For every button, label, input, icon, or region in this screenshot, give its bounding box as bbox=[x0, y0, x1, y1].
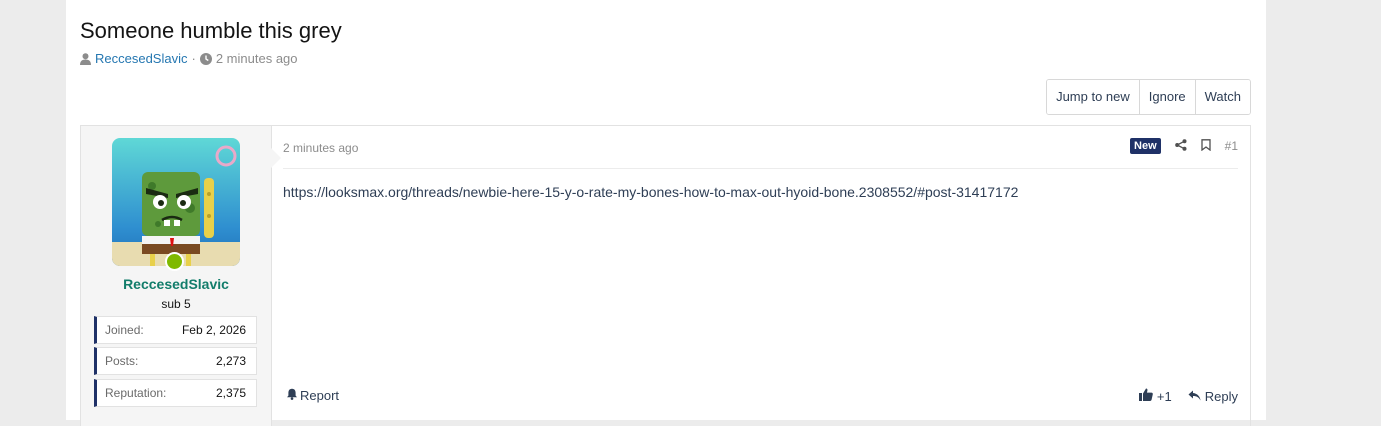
post-message-cell: 2 minutes ago New #1 https://looksmax.or… bbox=[272, 126, 1250, 426]
post-number[interactable]: #1 bbox=[1225, 139, 1238, 153]
stat-joined: Joined: Feb 2, 2026 bbox=[94, 316, 257, 344]
stat-label: Reputation: bbox=[105, 386, 167, 400]
thread-title: Someone humble this grey bbox=[80, 18, 342, 43]
stat-label: Posts: bbox=[105, 354, 139, 368]
post-username[interactable]: ReccesedSlavic bbox=[81, 276, 271, 292]
post-message: ReccesedSlavic sub 5 Joined: Feb 2, 2026… bbox=[80, 125, 1251, 426]
post-user-cell: ReccesedSlavic sub 5 Joined: Feb 2, 2026… bbox=[81, 126, 281, 426]
online-status-icon bbox=[165, 252, 184, 271]
report-link[interactable]: Report bbox=[286, 388, 339, 403]
post-header-divider bbox=[283, 168, 1238, 169]
stat-value: 2,273 bbox=[215, 354, 246, 368]
user-title: sub 5 bbox=[161, 297, 191, 311]
new-badge: New bbox=[1130, 138, 1161, 154]
thread-time[interactable]: 2 minutes ago bbox=[216, 51, 298, 66]
thread-action-buttons: Jump to new Ignore Watch bbox=[1046, 79, 1251, 115]
reply-label: Reply bbox=[1204, 388, 1238, 404]
ignore-button[interactable]: Ignore bbox=[1138, 80, 1195, 114]
share-icon[interactable] bbox=[1174, 138, 1187, 154]
user-icon bbox=[80, 52, 91, 65]
post-footer-actions: +1 Reply bbox=[1138, 388, 1238, 404]
stat-posts: Posts: 2,273 bbox=[94, 347, 257, 375]
thread-author-link[interactable]: ReccesedSlavic bbox=[95, 51, 188, 66]
report-label: Report bbox=[300, 388, 340, 403]
watch-button[interactable]: Watch bbox=[1194, 80, 1250, 114]
like-reaction[interactable]: +1 bbox=[1138, 388, 1172, 404]
post-date[interactable]: 2 minutes ago bbox=[283, 141, 358, 155]
stat-reputation: Reputation: 2,375 bbox=[94, 379, 257, 407]
meta-separator: · bbox=[191, 51, 196, 66]
thread-page: Someone humble this grey ReccesedSlavic … bbox=[66, 0, 1266, 426]
stat-value: Feb 2, 2026 bbox=[181, 323, 246, 337]
thread-meta: ReccesedSlavic · 2 minutes ago bbox=[80, 51, 298, 66]
stat-label: Joined: bbox=[105, 323, 144, 337]
reaction-count: +1 bbox=[1156, 388, 1172, 404]
reply-button[interactable]: Reply bbox=[1188, 389, 1238, 404]
clock-icon bbox=[199, 52, 212, 65]
avatar[interactable] bbox=[112, 138, 240, 266]
post-body: https://looksmax.org/threads/newbie-here… bbox=[283, 184, 1018, 200]
jump-to-new-button[interactable]: Jump to new bbox=[1047, 80, 1139, 114]
bell-icon bbox=[286, 388, 298, 403]
bookmark-icon[interactable] bbox=[1200, 138, 1211, 154]
stat-value: 2,375 bbox=[215, 386, 246, 400]
post-body-link[interactable]: https://looksmax.org/threads/newbie-here… bbox=[283, 184, 1018, 200]
post-attribution-actions: New #1 bbox=[1130, 138, 1238, 154]
reply-icon bbox=[1188, 389, 1201, 404]
thumbs-up-icon bbox=[1138, 388, 1153, 404]
